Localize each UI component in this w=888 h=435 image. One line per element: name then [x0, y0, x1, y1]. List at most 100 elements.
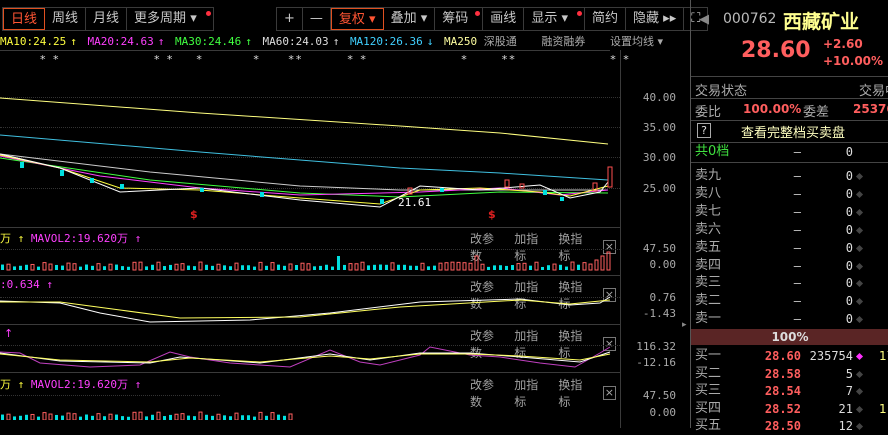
prev-stock-arrow-icon[interactable]: ◀ [699, 12, 709, 27]
volume-bar [258, 261, 263, 271]
bid-row[interactable]: 买三 28.54 7 [695, 382, 888, 400]
diamond-icon [855, 298, 864, 306]
chips-button[interactable]: 筹码 [435, 8, 484, 30]
arrow-up-icon: ↑ [332, 35, 340, 48]
draw-button[interactable]: 画线 [483, 8, 525, 30]
level-price: — [793, 294, 801, 309]
simple-button[interactable]: 简约 [585, 8, 627, 30]
ma60-line [0, 153, 608, 191]
ask-row[interactable]: 卖一 — 0 [695, 310, 888, 328]
bid-ratio-label: 委比 [695, 105, 722, 120]
volume-bar [169, 414, 172, 420]
ask-row[interactable]: 卖二 — 0 [695, 292, 888, 310]
ma10-value: MA10:24.25 [0, 35, 67, 48]
level-label: 买二 [695, 365, 722, 381]
volume-bar [433, 265, 436, 270]
price-change: +2.60 [823, 37, 863, 51]
volume-bar [409, 265, 412, 270]
volume-bar [373, 264, 376, 270]
close-icon[interactable]: × [602, 386, 616, 400]
volume-bar [265, 265, 268, 270]
volume-bar [403, 264, 406, 270]
tab-daily[interactable]: 日线 [3, 8, 46, 30]
ask-row[interactable]: 卖四 — 0 [695, 257, 888, 275]
ask-row[interactable]: 卖九 — 0 [695, 167, 888, 185]
low-price-label: 21.61 [398, 196, 432, 209]
level-volume: 0 [845, 169, 853, 183]
volume-bar [91, 415, 94, 420]
volume-bar [205, 414, 208, 420]
more-periods-dropdown[interactable]: 更多周期 ▾ [127, 8, 213, 30]
volume-bar [468, 262, 473, 271]
volume-bar [450, 261, 455, 271]
swap-indicator-button[interactable]: 换指标 [558, 376, 592, 410]
last-price: 28.60 [741, 38, 811, 63]
level-price: — [793, 204, 801, 219]
display-dropdown[interactable]: 显示 ▾ [524, 8, 585, 30]
volume-bar [30, 263, 35, 271]
ask-row[interactable]: 卖六 — 0 [695, 221, 888, 239]
margin-trading-button[interactable]: 融资融券 [541, 35, 585, 48]
price-axis-label: 40.00 [642, 91, 676, 104]
volume-bar [180, 263, 185, 271]
level-label: 卖二 [695, 293, 722, 309]
cci-max-label: 116.32 [636, 340, 676, 353]
sgt-button[interactable]: 深股通 [484, 35, 517, 48]
total-levels-label: 共0档 [695, 144, 730, 159]
hide-button[interactable]: 隐藏 ▸▸ [626, 8, 685, 30]
full-book-link[interactable]: 查看完整档买卖盘 [741, 122, 845, 141]
bid-row[interactable]: 买五 28.50 12 [695, 417, 888, 435]
volume-bar [319, 265, 322, 270]
change-params-button[interactable]: 改参数 [470, 376, 504, 410]
volume-bar [127, 416, 130, 420]
ask-row[interactable]: 卖八 — 0 [695, 185, 888, 203]
volume-bar [462, 262, 467, 271]
volume-bar [283, 415, 286, 420]
volume-bar [582, 262, 587, 271]
volume-bar [96, 263, 101, 271]
level-price: — [793, 312, 801, 327]
ask-row[interactable]: 卖三 — 0 [695, 274, 888, 292]
diamond-icon [855, 423, 864, 431]
help-icon[interactable]: ? [697, 123, 711, 138]
bid-row[interactable]: 买四 28.52 21 1 [695, 400, 888, 418]
level-label: 卖六 [695, 221, 722, 237]
adjust-dropdown[interactable]: 复权 ▾ [330, 8, 384, 30]
bid-row[interactable]: 买二 28.58 5 [695, 365, 888, 383]
volume-bar [277, 414, 280, 420]
cci-min-label: -12.16 [636, 356, 676, 369]
macd-chart [0, 296, 611, 323]
volume-bar [253, 416, 256, 420]
collapse-handle[interactable]: ▸ [682, 320, 687, 330]
level-price: — [793, 222, 801, 237]
ma-settings-dropdown[interactable]: 设置均线 ▾ [610, 35, 663, 48]
volume-bar [79, 266, 82, 270]
zoom-in-button[interactable]: + [277, 8, 303, 30]
volume-bar [277, 264, 280, 270]
add-indicator-button[interactable]: 加指标 [514, 376, 548, 410]
volume-bar [379, 264, 382, 270]
level-price: — [793, 186, 801, 201]
total-levels-row: 共0档 — 0 [695, 143, 888, 161]
divider [691, 120, 888, 121]
level-label: 买五 [695, 418, 722, 434]
overlay-dropdown[interactable]: 叠加 ▾ [384, 8, 436, 30]
arrow-down-icon: ↓ [426, 35, 434, 48]
ask-row[interactable]: 卖七 — 0 [695, 203, 888, 221]
pane-divider [0, 227, 620, 228]
bid-row[interactable]: 买一 28.60 235754 17 [695, 347, 888, 365]
volume-bar [66, 262, 71, 271]
volume-bar [132, 411, 137, 420]
tab-weekly[interactable]: 周线 [45, 8, 87, 30]
vol-min-label: 0.00 [649, 258, 677, 271]
dif-line [0, 296, 611, 323]
volume-bar [493, 265, 496, 270]
ask-row[interactable]: 卖五 — 0 [695, 239, 888, 257]
zoom-out-button[interactable]: — [303, 8, 331, 30]
volume-bar [306, 263, 311, 271]
volume-bar [480, 263, 485, 271]
mavol2-value: MAVOL2:19.620万 [30, 232, 128, 245]
tab-monthly[interactable]: 月线 [86, 8, 128, 30]
volume-bar [193, 266, 196, 270]
volume-bar [570, 261, 575, 271]
